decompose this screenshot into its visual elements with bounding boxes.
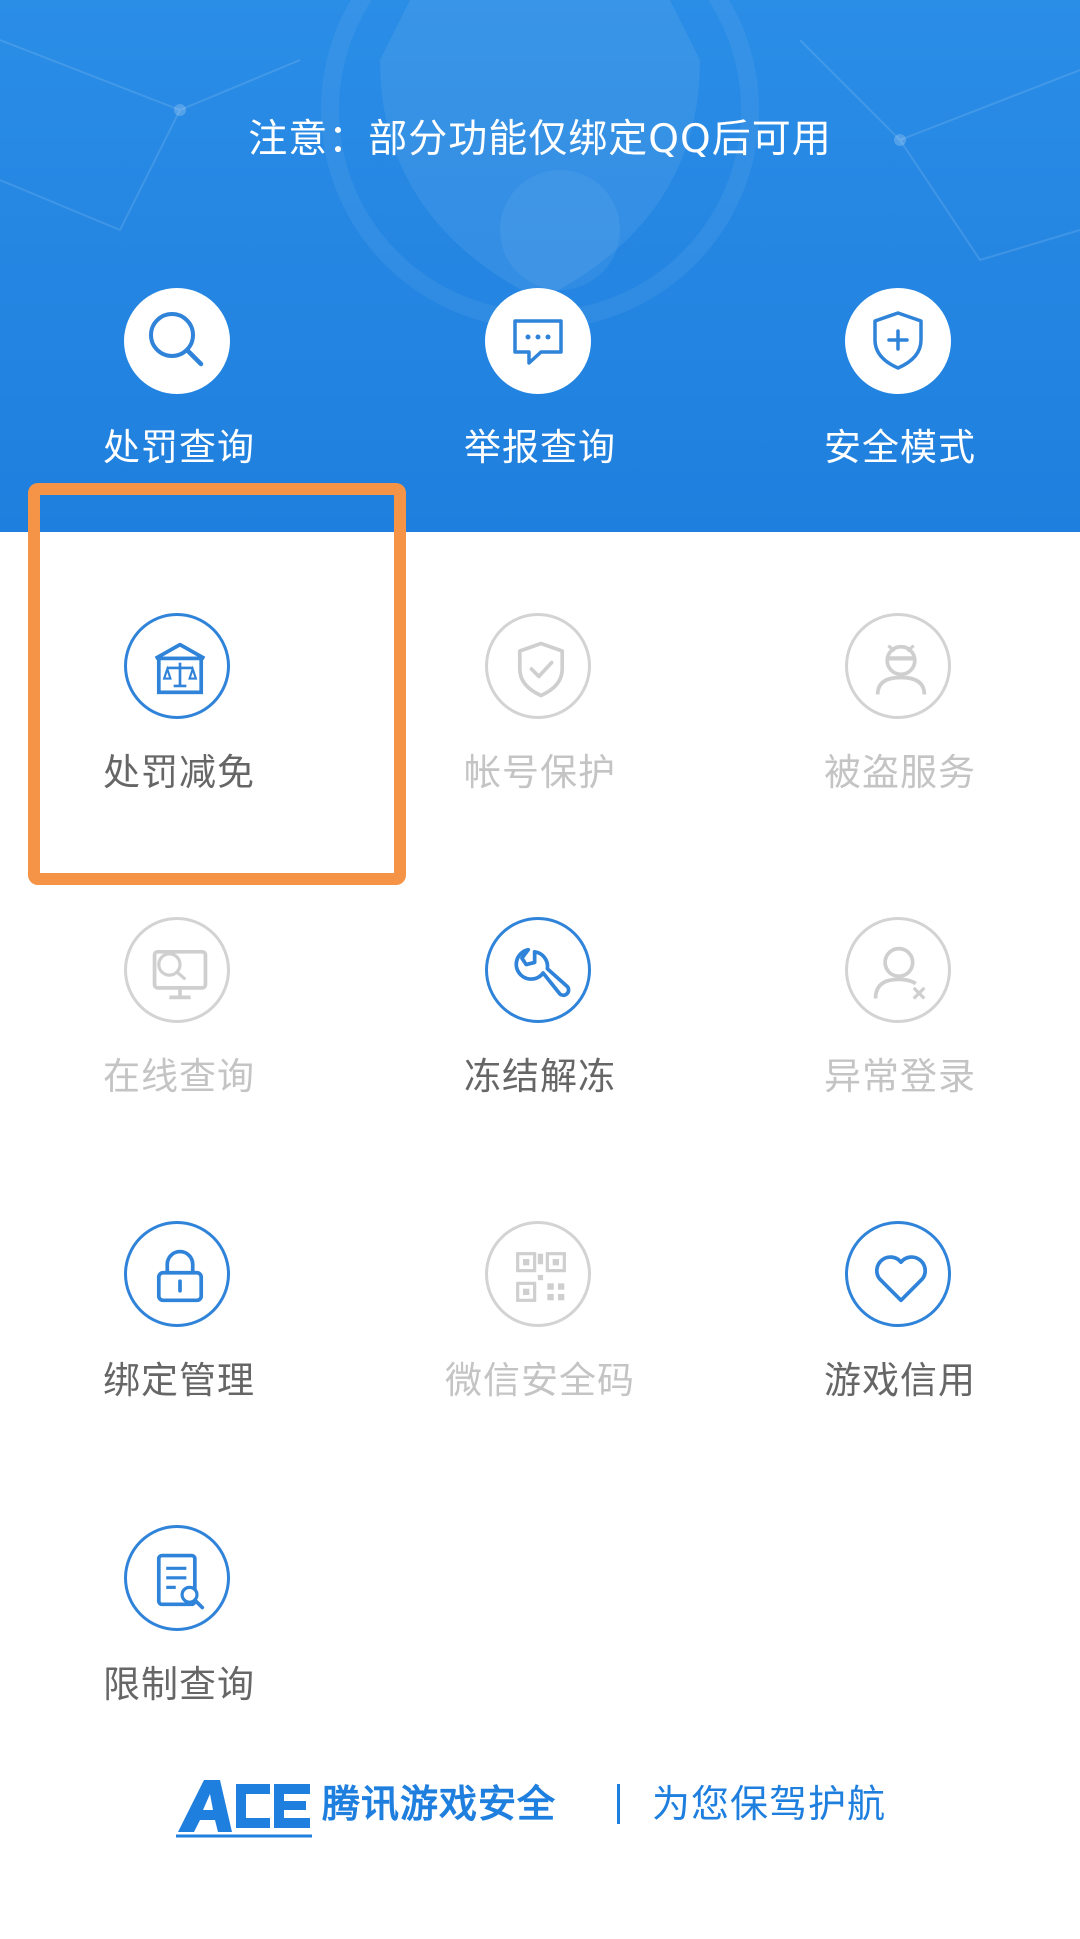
freeze-unfreeze-item[interactable]: 冻结解冻: [415, 917, 665, 1157]
scales-building-icon: [124, 613, 230, 719]
thief-icon: [845, 613, 951, 719]
shield-plus-icon: [845, 288, 951, 394]
freeze-unfreeze-label: 冻结解冻: [464, 1055, 616, 1098]
game-credit-label: 游戏信用: [824, 1359, 976, 1402]
footer-brand-name: 腾讯游戏安全: [322, 1782, 557, 1826]
online-query-label: 在线查询: [103, 1055, 255, 1098]
header-banner: 注意：部分功能仅绑定QQ后可用 处罚查询 举报查询 安全模式: [0, 0, 1080, 532]
monitor-search-icon: [124, 917, 230, 1023]
heart-icon: [845, 1221, 951, 1327]
game-credit-item[interactable]: 游戏信用: [775, 1221, 1025, 1461]
theft-service-label: 被盗服务: [824, 751, 976, 794]
penalty-query-item[interactable]: 处罚查询: [54, 288, 304, 528]
app-screen: 注意：部分功能仅绑定QQ后可用 处罚查询 举报查询 安全模式 处罚减免 帐号保护…: [0, 0, 1080, 1939]
theft-service-item[interactable]: 被盗服务: [775, 613, 1025, 853]
user-x-icon: [845, 917, 951, 1023]
footer-divider: [617, 1784, 620, 1824]
search-icon: [124, 288, 230, 394]
wrench-icon: [485, 917, 591, 1023]
abnormal-login-label: 异常登录: [824, 1055, 976, 1098]
report-query-label: 举报查询: [464, 426, 616, 469]
bind-qq-notice: 注意：部分功能仅绑定QQ后可用: [248, 117, 832, 162]
penalty-reduction-label: 处罚减免: [103, 751, 255, 794]
account-protection-label: 帐号保护: [464, 751, 616, 794]
account-protection-item[interactable]: 帐号保护: [415, 613, 665, 853]
footer-slogan: 为您保驾护航: [652, 1782, 887, 1826]
penalty-query-label: 处罚查询: [103, 426, 255, 469]
shield-check-icon: [485, 613, 591, 719]
online-query-item[interactable]: 在线查询: [54, 917, 304, 1157]
report-query-item[interactable]: 举报查询: [415, 288, 665, 528]
wechat-security-code-label: 微信安全码: [445, 1359, 635, 1402]
qr-code-icon: [485, 1221, 591, 1327]
ace-logo-icon: [176, 1780, 312, 1838]
binding-management-item[interactable]: 绑定管理: [54, 1221, 304, 1461]
safe-mode-item[interactable]: 安全模式: [775, 288, 1025, 528]
penalty-reduction-item[interactable]: 处罚减免: [54, 613, 304, 853]
wechat-security-code-item[interactable]: 微信安全码: [415, 1221, 665, 1461]
footer-branding: 腾讯游戏安全 为您保驾护航: [0, 1770, 1080, 1840]
abnormal-login-item[interactable]: 异常登录: [775, 917, 1025, 1157]
document-search-icon: [124, 1525, 230, 1631]
chat-bubble-icon: [485, 288, 591, 394]
restriction-query-label: 限制查询: [103, 1663, 255, 1706]
lock-icon: [124, 1221, 230, 1327]
binding-management-label: 绑定管理: [103, 1359, 255, 1402]
restriction-query-item[interactable]: 限制查询: [54, 1525, 304, 1765]
safe-mode-label: 安全模式: [824, 426, 976, 469]
